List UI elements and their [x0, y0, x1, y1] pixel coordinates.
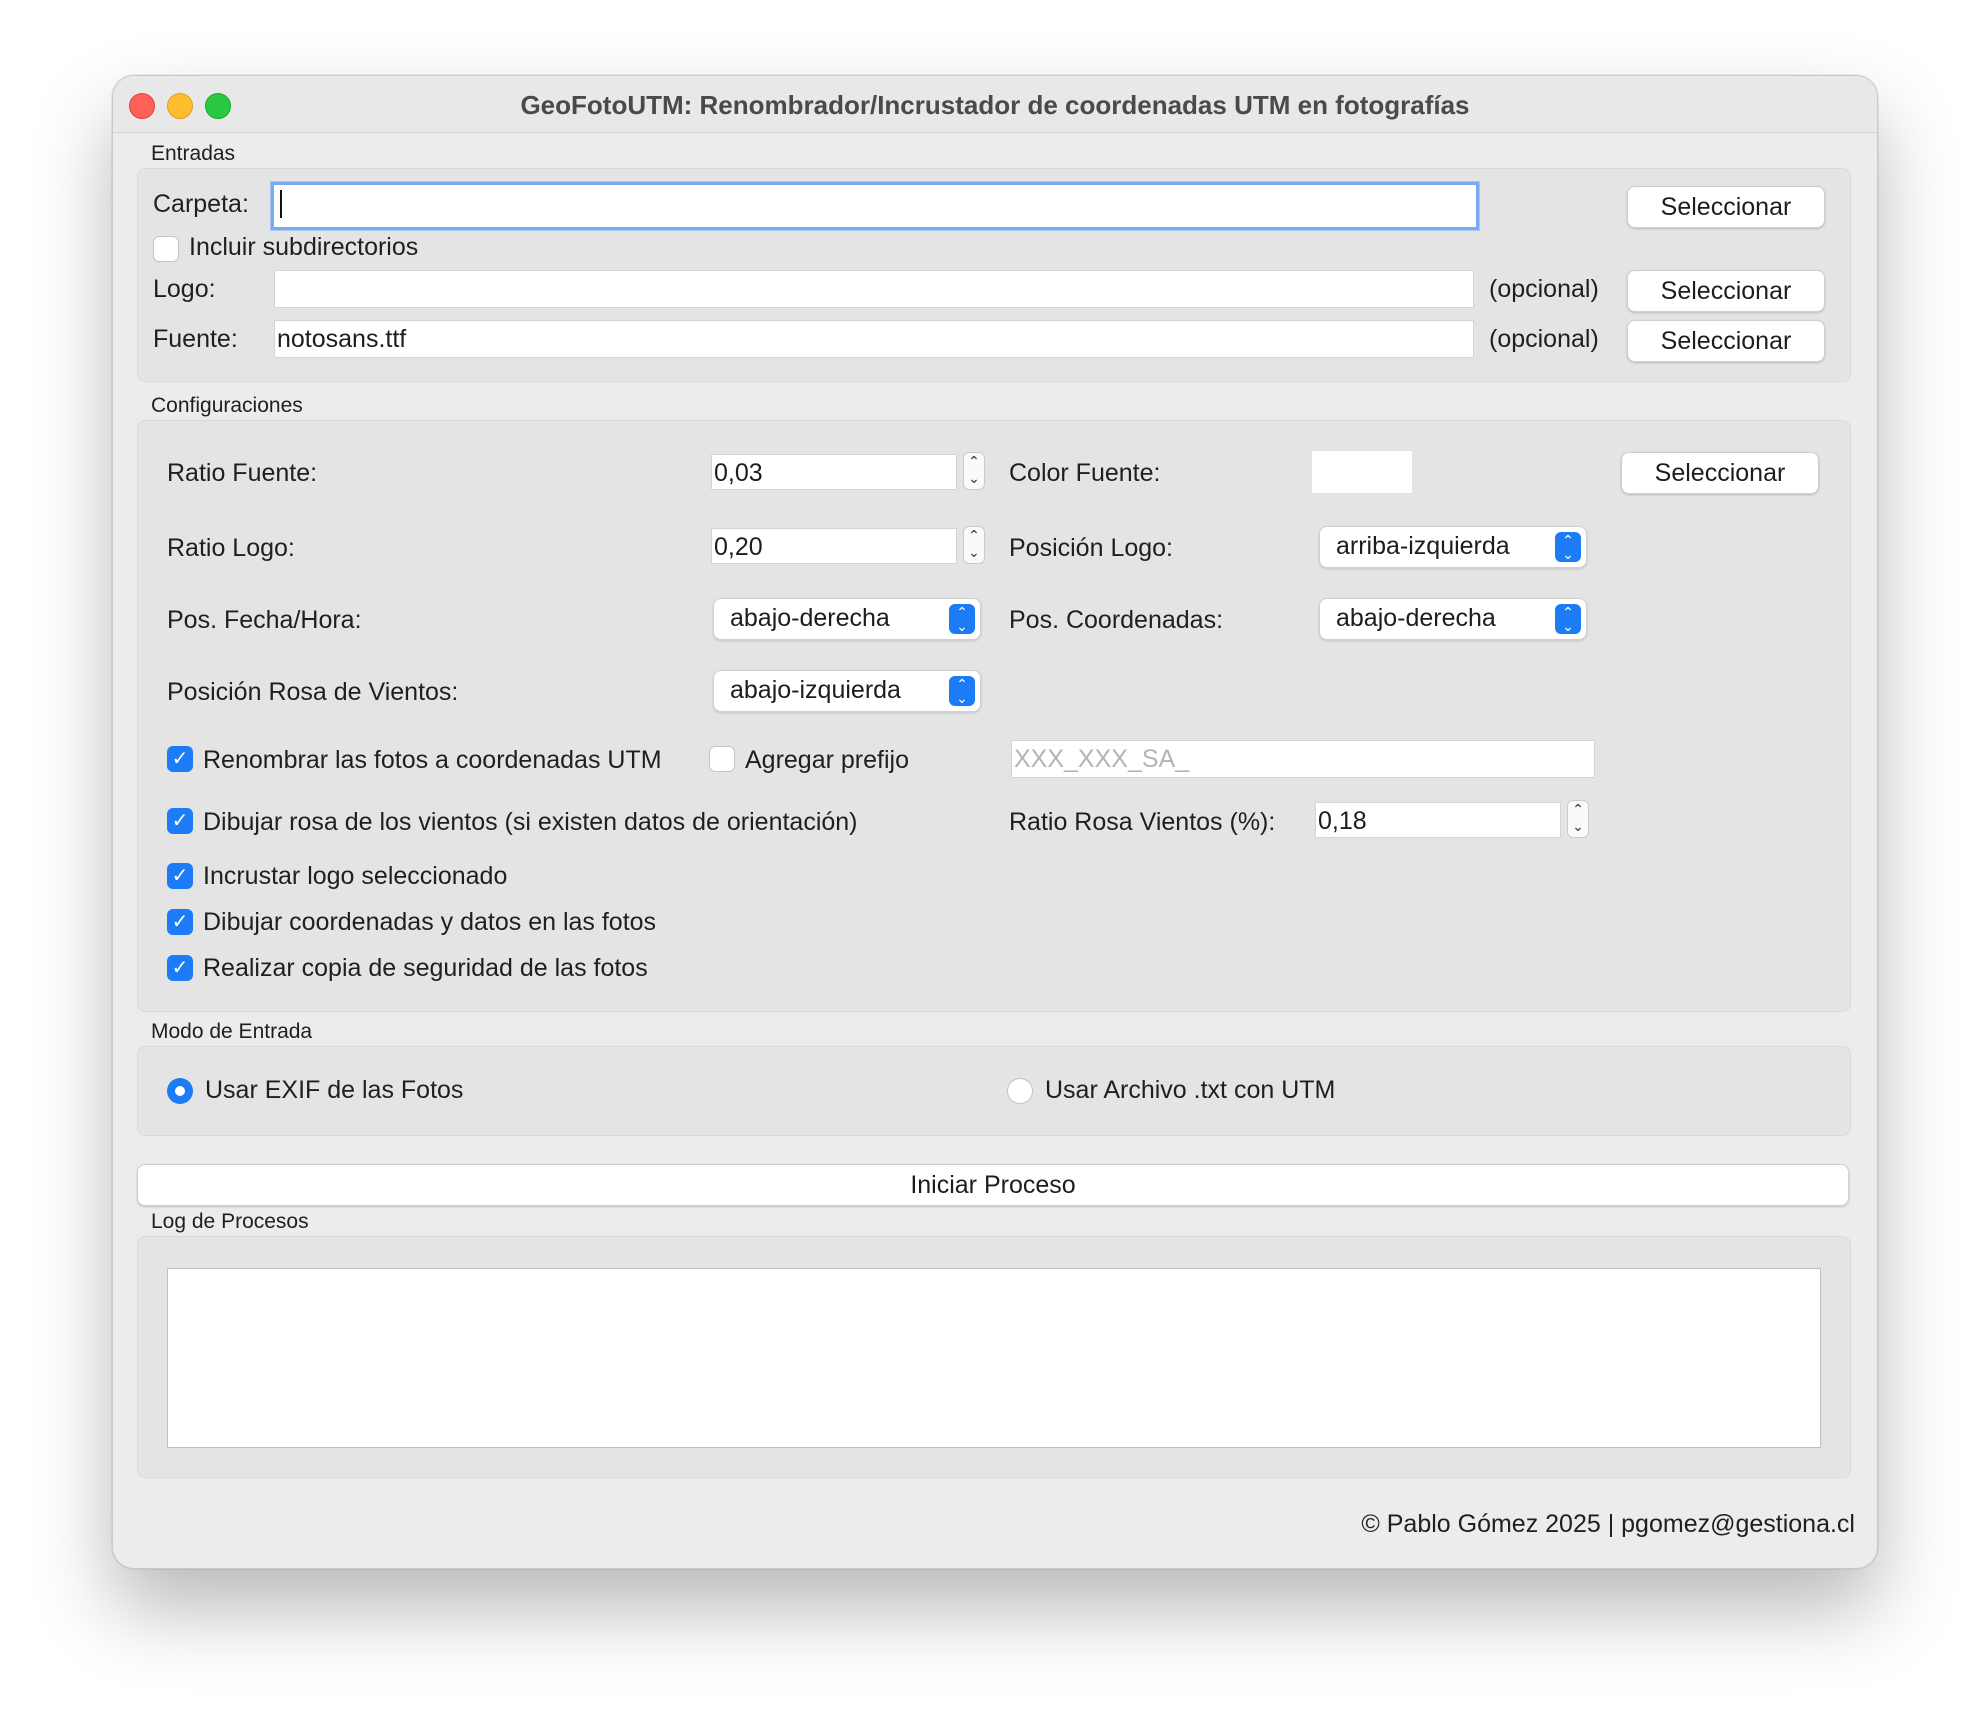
- ratio-rosa-stepper[interactable]: ⌃ ⌄: [1567, 800, 1589, 838]
- txt-radio[interactable]: [1007, 1078, 1033, 1104]
- pos-coord-value: abajo-derecha: [1336, 604, 1496, 632]
- ratio-fuente-stepper[interactable]: ⌃ ⌄: [963, 452, 985, 490]
- fuente-seleccionar-button[interactable]: Seleccionar: [1627, 320, 1825, 362]
- prefijo-input[interactable]: XXX_XXX_SA_: [1011, 740, 1595, 778]
- iniciar-proceso-button[interactable]: Iniciar Proceso: [137, 1164, 1849, 1206]
- copia-seguridad-checkbox[interactable]: ✓: [167, 955, 193, 981]
- dibujar-rosa-label: Dibujar rosa de los vientos (si existen …: [203, 808, 858, 836]
- posicion-logo-select[interactable]: arriba-izquierda ⌃ ⌄: [1319, 526, 1587, 568]
- fuente-input[interactable]: notosans.ttf: [274, 320, 1474, 358]
- posicion-logo-label: Posición Logo:: [1009, 534, 1174, 562]
- chevron-updown-icon: ⌃ ⌄: [1555, 604, 1581, 634]
- pos-rosa-label: Posición Rosa de Vientos:: [167, 678, 459, 706]
- title-bar: GeoFotoUTM: Renombrador/Incrustador de c…: [113, 76, 1877, 133]
- dibujar-coord-label: Dibujar coordenadas y datos en las fotos: [203, 908, 657, 936]
- dibujar-rosa-checkbox[interactable]: ✓: [167, 808, 193, 834]
- agregar-prefijo-label: Agregar prefijo: [745, 746, 909, 774]
- color-fuente-swatch: [1311, 450, 1413, 494]
- modo-group-label: Modo de Entrada: [151, 1020, 313, 1043]
- posicion-logo-value: arriba-izquierda: [1336, 532, 1510, 560]
- incluir-subdirectorios-checkbox[interactable]: [153, 236, 179, 262]
- ratio-fuente-label: Ratio Fuente:: [167, 459, 318, 487]
- configuraciones-group-label: Configuraciones: [151, 394, 303, 417]
- pos-rosa-select[interactable]: abajo-izquierda ⌃ ⌄: [713, 670, 981, 712]
- log-group-label: Log de Procesos: [151, 1210, 309, 1233]
- color-fuente-seleccionar-button[interactable]: Seleccionar: [1621, 452, 1819, 494]
- pos-fecha-label: Pos. Fecha/Hora:: [167, 606, 362, 634]
- exif-label: Usar EXIF de las Fotos: [205, 1076, 464, 1104]
- log-textarea[interactable]: [167, 1268, 1821, 1448]
- txt-label: Usar Archivo .txt con UTM: [1045, 1076, 1336, 1104]
- app-window: GeoFotoUTM: Renombrador/Incrustador de c…: [112, 75, 1878, 1569]
- ratio-logo-label: Ratio Logo:: [167, 534, 295, 562]
- ratio-logo-input[interactable]: 0,20: [711, 528, 957, 564]
- chevron-updown-icon: ⌃ ⌄: [949, 676, 975, 706]
- logo-seleccionar-button[interactable]: Seleccionar: [1627, 270, 1825, 312]
- incluir-subdirectorios-label: Incluir subdirectorios: [189, 233, 419, 261]
- incrustar-logo-label: Incrustar logo seleccionado: [203, 862, 508, 890]
- renombrar-checkbox[interactable]: ✓: [167, 746, 193, 772]
- fuente-label: Fuente:: [153, 325, 238, 353]
- copia-seguridad-label: Realizar copia de seguridad de las fotos: [203, 954, 648, 982]
- window-title: GeoFotoUTM: Renombrador/Incrustador de c…: [520, 90, 1470, 120]
- chevron-updown-icon: ⌃ ⌄: [1555, 532, 1581, 562]
- pos-fecha-select[interactable]: abajo-derecha ⌃ ⌄: [713, 598, 981, 640]
- exif-radio[interactable]: [167, 1078, 193, 1104]
- agregar-prefijo-checkbox[interactable]: [709, 746, 735, 772]
- pos-coord-select[interactable]: abajo-derecha ⌃ ⌄: [1319, 598, 1587, 640]
- incrustar-logo-checkbox[interactable]: ✓: [167, 863, 193, 889]
- pos-coord-label: Pos. Coordenadas:: [1009, 606, 1224, 634]
- logo-label: Logo:: [153, 275, 216, 303]
- dibujar-coord-checkbox[interactable]: ✓: [167, 909, 193, 935]
- footer-copyright: © Pablo Gómez 2025 | pgomez@gestiona.cl: [1361, 1510, 1855, 1538]
- entradas-group-label: Entradas: [151, 142, 236, 165]
- text-caret: [280, 190, 282, 219]
- pos-fecha-value: abajo-derecha: [730, 604, 890, 632]
- carpeta-input[interactable]: [271, 182, 1479, 230]
- pos-rosa-value: abajo-izquierda: [730, 676, 901, 704]
- carpeta-label: Carpeta:: [153, 190, 249, 218]
- logo-input[interactable]: [274, 270, 1474, 308]
- ratio-logo-stepper[interactable]: ⌃ ⌄: [963, 526, 985, 564]
- ratio-fuente-input[interactable]: 0,03: [711, 454, 957, 490]
- ratio-rosa-input[interactable]: 0,18: [1315, 802, 1561, 838]
- chevron-updown-icon: ⌃ ⌄: [949, 604, 975, 634]
- renombrar-label: Renombrar las fotos a coordenadas UTM: [203, 746, 662, 774]
- logo-opcional-label: (opcional): [1489, 275, 1599, 303]
- ratio-rosa-label: Ratio Rosa Vientos (%):: [1009, 808, 1276, 836]
- color-fuente-label: Color Fuente:: [1009, 459, 1161, 487]
- fuente-opcional-label: (opcional): [1489, 325, 1599, 353]
- carpeta-seleccionar-button[interactable]: Seleccionar: [1627, 186, 1825, 228]
